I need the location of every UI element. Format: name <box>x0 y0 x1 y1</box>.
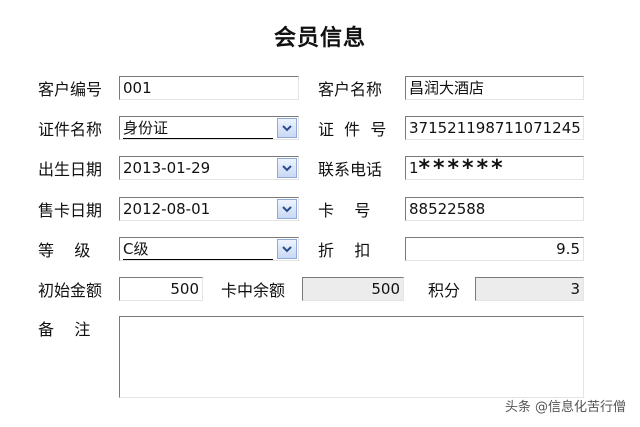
chevron-down-icon[interactable] <box>277 158 297 178</box>
page-title: 会员信息 <box>273 26 366 51</box>
level-label: 等 级 <box>38 241 91 260</box>
remark-textarea[interactable] <box>119 316 584 398</box>
birth-date-value: 2013-01-29 <box>123 159 211 177</box>
phone-mask: ****** <box>418 156 506 180</box>
id-no-field[interactable]: 371521198711071245 <box>405 116 584 140</box>
discount-field[interactable]: 9.5 <box>405 237 584 261</box>
phone-prefix: 1 <box>409 159 419 177</box>
card-no-label: 卡 号 <box>318 201 371 220</box>
chevron-down-icon[interactable] <box>277 239 297 259</box>
issue-date-value: 2012-08-01 <box>123 200 211 218</box>
points-label: 积分 <box>428 281 461 300</box>
initial-amount-label: 初始金额 <box>38 281 103 300</box>
id-type-select[interactable]: 身份证 <box>119 116 299 140</box>
card-no-field[interactable]: 88522588 <box>405 197 584 221</box>
watermark: 头条 @信息化苦行僧 <box>504 400 626 415</box>
issue-date-picker[interactable]: 2012-08-01 <box>119 197 299 221</box>
issue-date-label: 售卡日期 <box>38 201 103 220</box>
chevron-down-icon[interactable] <box>277 199 297 219</box>
remark-label: 备 注 <box>38 320 91 339</box>
id-no-label: 证 件 号 <box>318 120 387 139</box>
phone-field[interactable]: 1****** <box>405 156 584 180</box>
level-value: C级 <box>123 239 273 260</box>
phone-label: 联系电话 <box>318 160 383 179</box>
card-balance-field: 500 <box>302 277 404 301</box>
customer-name-field[interactable]: 昌润大酒店 <box>405 76 584 100</box>
id-type-label: 证件名称 <box>38 120 103 139</box>
id-type-value: 身份证 <box>123 118 273 139</box>
customer-no-label: 客户编号 <box>38 80 103 99</box>
birth-date-label: 出生日期 <box>38 160 103 179</box>
birth-date-picker[interactable]: 2013-01-29 <box>119 156 299 180</box>
discount-label: 折 扣 <box>318 241 371 260</box>
chevron-down-icon[interactable] <box>277 118 297 138</box>
level-select[interactable]: C级 <box>119 237 299 261</box>
initial-amount-field[interactable]: 500 <box>119 277 203 301</box>
points-field: 3 <box>475 277 584 301</box>
card-balance-label: 卡中余额 <box>221 281 286 300</box>
customer-no-field[interactable]: 001 <box>119 76 299 100</box>
customer-name-label: 客户名称 <box>318 80 383 99</box>
